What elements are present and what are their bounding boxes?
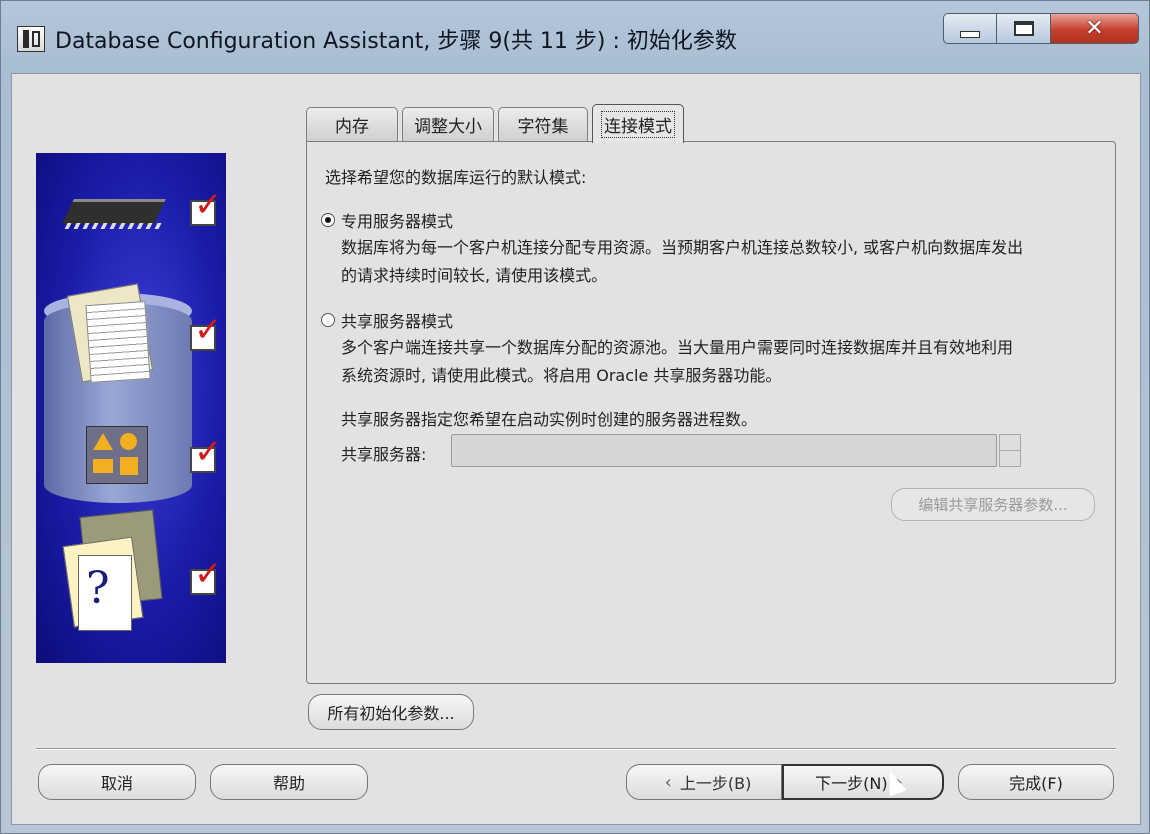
- checkbox-checked-icon: ✓: [190, 557, 223, 595]
- checkbox-checked-icon: ✓: [190, 435, 223, 473]
- document-page: [85, 301, 151, 383]
- shared-servers-label: 共享服务器:: [341, 445, 427, 464]
- dedicated-server-label: 专用服务器模式: [341, 212, 454, 231]
- chevron-left-icon: ‹: [664, 771, 672, 793]
- back-button[interactable]: ‹ 上一步(B): [626, 764, 782, 800]
- shared-server-label: 共享服务器模式: [341, 312, 454, 331]
- description-line: 的请求持续时间较长, 请使用该模式。: [341, 266, 608, 285]
- edit-shared-server-params-button[interactable]: 编辑共享服务器参数...: [891, 488, 1095, 521]
- title-bar[interactable]: Database Configuration Assistant, 步骤 9(共…: [1, 1, 1150, 73]
- description-line: 数据库将为每一个客户机连接分配专用资源。当预期客户机连接总数较小, 或客户机向数…: [341, 238, 1024, 257]
- all-init-params-button[interactable]: 所有初始化参数...: [308, 694, 474, 730]
- next-button[interactable]: 下一步(N) ›: [782, 764, 944, 800]
- tab-label: 字符集: [517, 117, 569, 137]
- dialog-client-area: ? ✓ ✓ ✓ ✓ 内存 调整大小 字符集 连接模式 选择希望您的数据库运行的默…: [11, 73, 1141, 825]
- minimize-button[interactable]: [943, 13, 997, 44]
- description-line: 多个客户端连接共享一个数据库分配的资源池。当大量用户需要同时连接数据库并且有效地…: [341, 338, 1014, 357]
- close-button[interactable]: ✕: [1051, 13, 1139, 44]
- maximize-icon: [1013, 21, 1034, 36]
- close-icon: ✕: [1085, 15, 1104, 41]
- tab-label: 调整大小: [414, 117, 482, 137]
- shared-server-option[interactable]: 共享服务器模式: [321, 308, 453, 332]
- shared-server-radio[interactable]: [321, 313, 335, 327]
- back-button-label: 上一步(B): [679, 774, 752, 793]
- finish-button[interactable]: 完成(F): [958, 764, 1114, 800]
- tab-label: 连接模式: [601, 111, 675, 138]
- square-shape: [120, 457, 138, 475]
- dedicated-server-radio[interactable]: [321, 213, 335, 227]
- chip-pins: [64, 223, 164, 229]
- mode-prompt: 选择希望您的数据库运行的默认模式:: [325, 168, 587, 187]
- chip-icon: [62, 199, 166, 224]
- shapes-icon: [86, 426, 148, 484]
- window-frame: Database Configuration Assistant, 步骤 9(共…: [0, 0, 1150, 834]
- tab-label: 内存: [335, 117, 369, 137]
- shared-servers-spinner[interactable]: [999, 434, 1021, 467]
- wizard-illustration: ? ✓ ✓ ✓ ✓: [36, 153, 226, 663]
- checkbox-checked-icon: ✓: [190, 188, 223, 226]
- question-mark-icon: ?: [86, 563, 110, 614]
- triangle-shape: [93, 433, 113, 450]
- minimize-icon: [960, 31, 980, 38]
- cancel-button[interactable]: 取消: [38, 764, 196, 800]
- tab-memory[interactable]: 内存: [306, 107, 398, 142]
- shared-servers-input[interactable]: [451, 434, 997, 467]
- shared-servers-note: 共享服务器指定您希望在启动实例时创建的服务器进程数。: [341, 410, 758, 429]
- app-icon: [17, 26, 45, 52]
- window-controls: ✕: [943, 13, 1139, 47]
- footer-separator: [36, 748, 1116, 750]
- connection-mode-panel: 选择希望您的数据库运行的默认模式: 专用服务器模式 数据库将为每一个客户机连接分…: [306, 141, 1116, 684]
- tab-connection-mode[interactable]: 连接模式: [592, 104, 684, 143]
- help-button[interactable]: 帮助: [210, 764, 368, 800]
- shared-server-description: 多个客户端连接共享一个数据库分配的资源池。当大量用户需要同时连接数据库并且有效地…: [341, 334, 1111, 390]
- dedicated-server-option[interactable]: 专用服务器模式: [321, 208, 453, 232]
- description-line: 系统资源时, 请使用此模式。将启用 Oracle 共享服务器功能。: [341, 366, 782, 385]
- checkbox-checked-icon: ✓: [190, 313, 223, 351]
- tab-character-set[interactable]: 字符集: [498, 107, 588, 142]
- dedicated-server-description: 数据库将为每一个客户机连接分配专用资源。当预期客户机连接总数较小, 或客户机向数…: [341, 234, 1111, 290]
- next-button-label: 下一步(N): [815, 774, 888, 793]
- maximize-button[interactable]: [997, 13, 1051, 44]
- window-title: Database Configuration Assistant, 步骤 9(共…: [55, 29, 737, 54]
- tab-sizing[interactable]: 调整大小: [402, 107, 494, 142]
- rectangle-shape: [93, 459, 113, 473]
- circle-shape: [120, 433, 137, 450]
